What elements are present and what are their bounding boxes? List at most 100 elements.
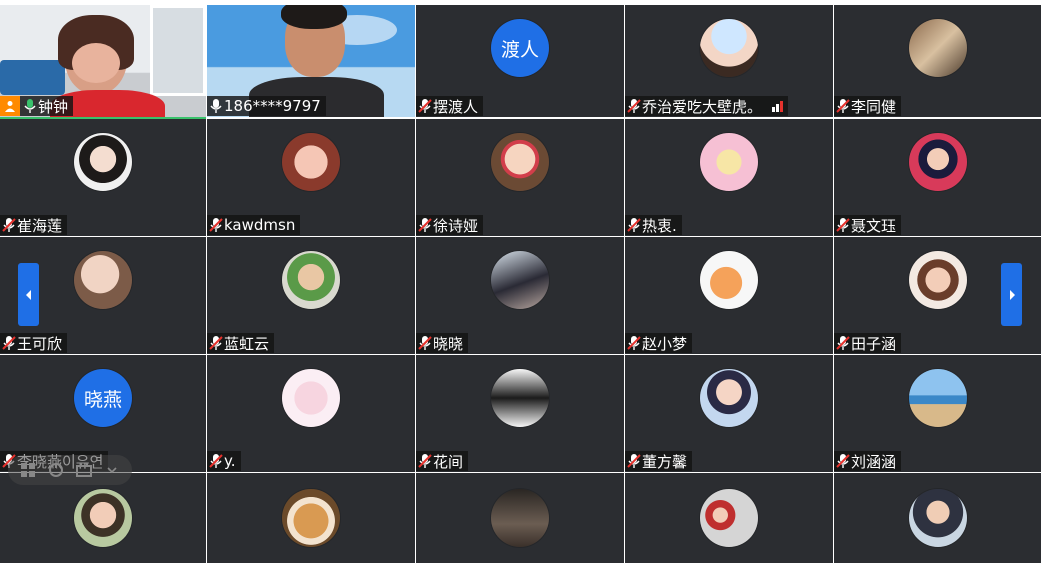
participant-tile[interactable]: 徐诗娅	[416, 119, 624, 236]
participant-avatar	[700, 489, 758, 547]
participant-tile[interactable]: 蓝虹云	[207, 237, 415, 354]
participant-name: 董方馨	[642, 452, 688, 471]
participant-tile[interactable]: 乔治爱吃大壁虎。	[625, 5, 833, 117]
participant-avatar	[282, 251, 340, 309]
mic-muted-icon	[627, 99, 641, 113]
previous-page-button[interactable]	[18, 263, 39, 326]
grid-view-icon	[21, 463, 35, 477]
participant-tile[interactable]	[834, 473, 1041, 563]
host-badge-icon	[0, 96, 20, 116]
participant-name: kawdmsn	[224, 216, 296, 234]
grid-view-button[interactable]	[18, 460, 38, 480]
mic-muted-icon	[627, 454, 641, 468]
participant-tile[interactable]	[207, 473, 415, 563]
participant-name: 王可欣	[17, 334, 63, 353]
participant-tile[interactable]: 花间	[416, 355, 624, 472]
participant-nametag: 崔海莲	[0, 215, 68, 235]
participant-tile[interactable]: 晓晓	[416, 237, 624, 354]
participant-nametag: 董方馨	[625, 451, 693, 471]
participant-name: 钟钟	[38, 97, 69, 116]
participant-name: 田子涵	[851, 334, 897, 353]
mic-muted-icon	[836, 454, 850, 468]
next-page-button[interactable]	[1001, 263, 1022, 326]
participant-nametag: 徐诗娅	[416, 215, 484, 235]
participant-name: 晓晓	[433, 334, 464, 353]
participant-avatar	[909, 489, 967, 547]
participant-avatar	[491, 369, 549, 427]
participant-avatar	[700, 19, 758, 77]
mic-muted-icon	[209, 336, 223, 350]
participant-avatar	[909, 369, 967, 427]
participant-avatar	[491, 489, 549, 547]
mic-muted-icon	[418, 336, 432, 350]
participant-name: 花间	[433, 452, 464, 471]
mic-muted-icon	[2, 336, 16, 350]
participant-name: 徐诗娅	[433, 216, 479, 235]
mic-on-icon	[210, 99, 222, 113]
participant-avatar: 渡人	[491, 19, 549, 77]
participant-avatar	[909, 133, 967, 191]
participant-tile[interactable]	[625, 473, 833, 563]
chevron-left-icon	[25, 289, 31, 300]
mic-muted-icon	[209, 454, 223, 468]
participant-avatar	[74, 251, 132, 309]
participant-tile[interactable]	[0, 473, 206, 563]
participant-nametag: 热衷.	[625, 215, 682, 235]
participant-tile[interactable]: 186****9797	[207, 5, 415, 117]
participant-tile[interactable]: 李同健	[834, 5, 1041, 117]
participant-nametag: 钟钟	[0, 96, 74, 116]
participant-name: 聂文珏	[851, 216, 897, 235]
participant-avatar	[74, 489, 132, 547]
mic-speaking-icon	[24, 99, 36, 113]
participant-nametag: 聂文珏	[834, 215, 902, 235]
participant-nametag: 摆渡人	[416, 96, 484, 116]
participant-avatar	[74, 133, 132, 191]
mic-muted-icon	[627, 218, 641, 232]
video-gallery-grid: 钟钟 186****9797 渡人 摆渡人 乔治爱吃大壁虎。 李同健 崔海莲 kawdmsn 徐…	[0, 0, 1041, 565]
participant-avatar	[700, 369, 758, 427]
participant-tile[interactable]: 董方馨	[625, 355, 833, 472]
mic-muted-icon	[418, 454, 432, 468]
participant-nametag: 李同健	[834, 96, 902, 116]
chevron-right-icon	[1009, 289, 1015, 300]
mic-muted-icon	[836, 336, 850, 350]
participant-name: 蓝虹云	[224, 334, 270, 353]
participant-nametag: kawdmsn	[207, 215, 301, 235]
participant-tile[interactable]: 刘涵涵	[834, 355, 1041, 472]
participant-nametag: 186****9797	[207, 96, 326, 116]
participant-name: 热衷.	[642, 216, 677, 235]
floating-toolbar	[8, 455, 132, 485]
participant-name: 摆渡人	[433, 97, 479, 116]
mic-muted-icon	[209, 218, 223, 232]
participant-nametag: 田子涵	[834, 333, 902, 353]
participant-name: 乔治爱吃大壁虎。	[642, 97, 763, 116]
participant-nametag: 赵小梦	[625, 333, 693, 353]
participant-avatar	[909, 251, 967, 309]
participant-nametag: 乔治爱吃大壁虎。	[625, 96, 789, 116]
participant-nametag: 蓝虹云	[207, 333, 275, 353]
participant-tile[interactable]: 热衷.	[625, 119, 833, 236]
mic-muted-icon	[836, 99, 850, 113]
participant-nametag: 刘涵涵	[834, 451, 902, 471]
participant-tile[interactable]: 钟钟	[0, 5, 206, 119]
participant-avatar	[909, 19, 967, 77]
participant-tile[interactable]: kawdmsn	[207, 119, 415, 236]
mic-muted-icon	[418, 218, 432, 232]
participant-tile[interactable]: 渡人摆渡人	[416, 5, 624, 117]
refresh-button[interactable]	[46, 460, 66, 480]
participant-nametag: 王可欣	[0, 333, 68, 353]
participant-name: 刘涵涵	[851, 452, 897, 471]
participant-name: y.	[224, 452, 236, 470]
participant-tile[interactable]	[416, 473, 624, 563]
screen-share-button[interactable]	[74, 460, 94, 480]
participant-avatar	[282, 369, 340, 427]
more-options-button[interactable]	[102, 460, 122, 480]
participant-tile[interactable]: 崔海莲	[0, 119, 206, 236]
participant-nametag: 花间	[416, 451, 469, 471]
participant-tile[interactable]: 聂文珏	[834, 119, 1041, 236]
mic-muted-icon	[627, 336, 641, 350]
participant-tile[interactable]: 赵小梦	[625, 237, 833, 354]
participant-avatar	[491, 251, 549, 309]
participant-tile[interactable]: y.	[207, 355, 415, 472]
participant-nametag: y.	[207, 451, 241, 471]
